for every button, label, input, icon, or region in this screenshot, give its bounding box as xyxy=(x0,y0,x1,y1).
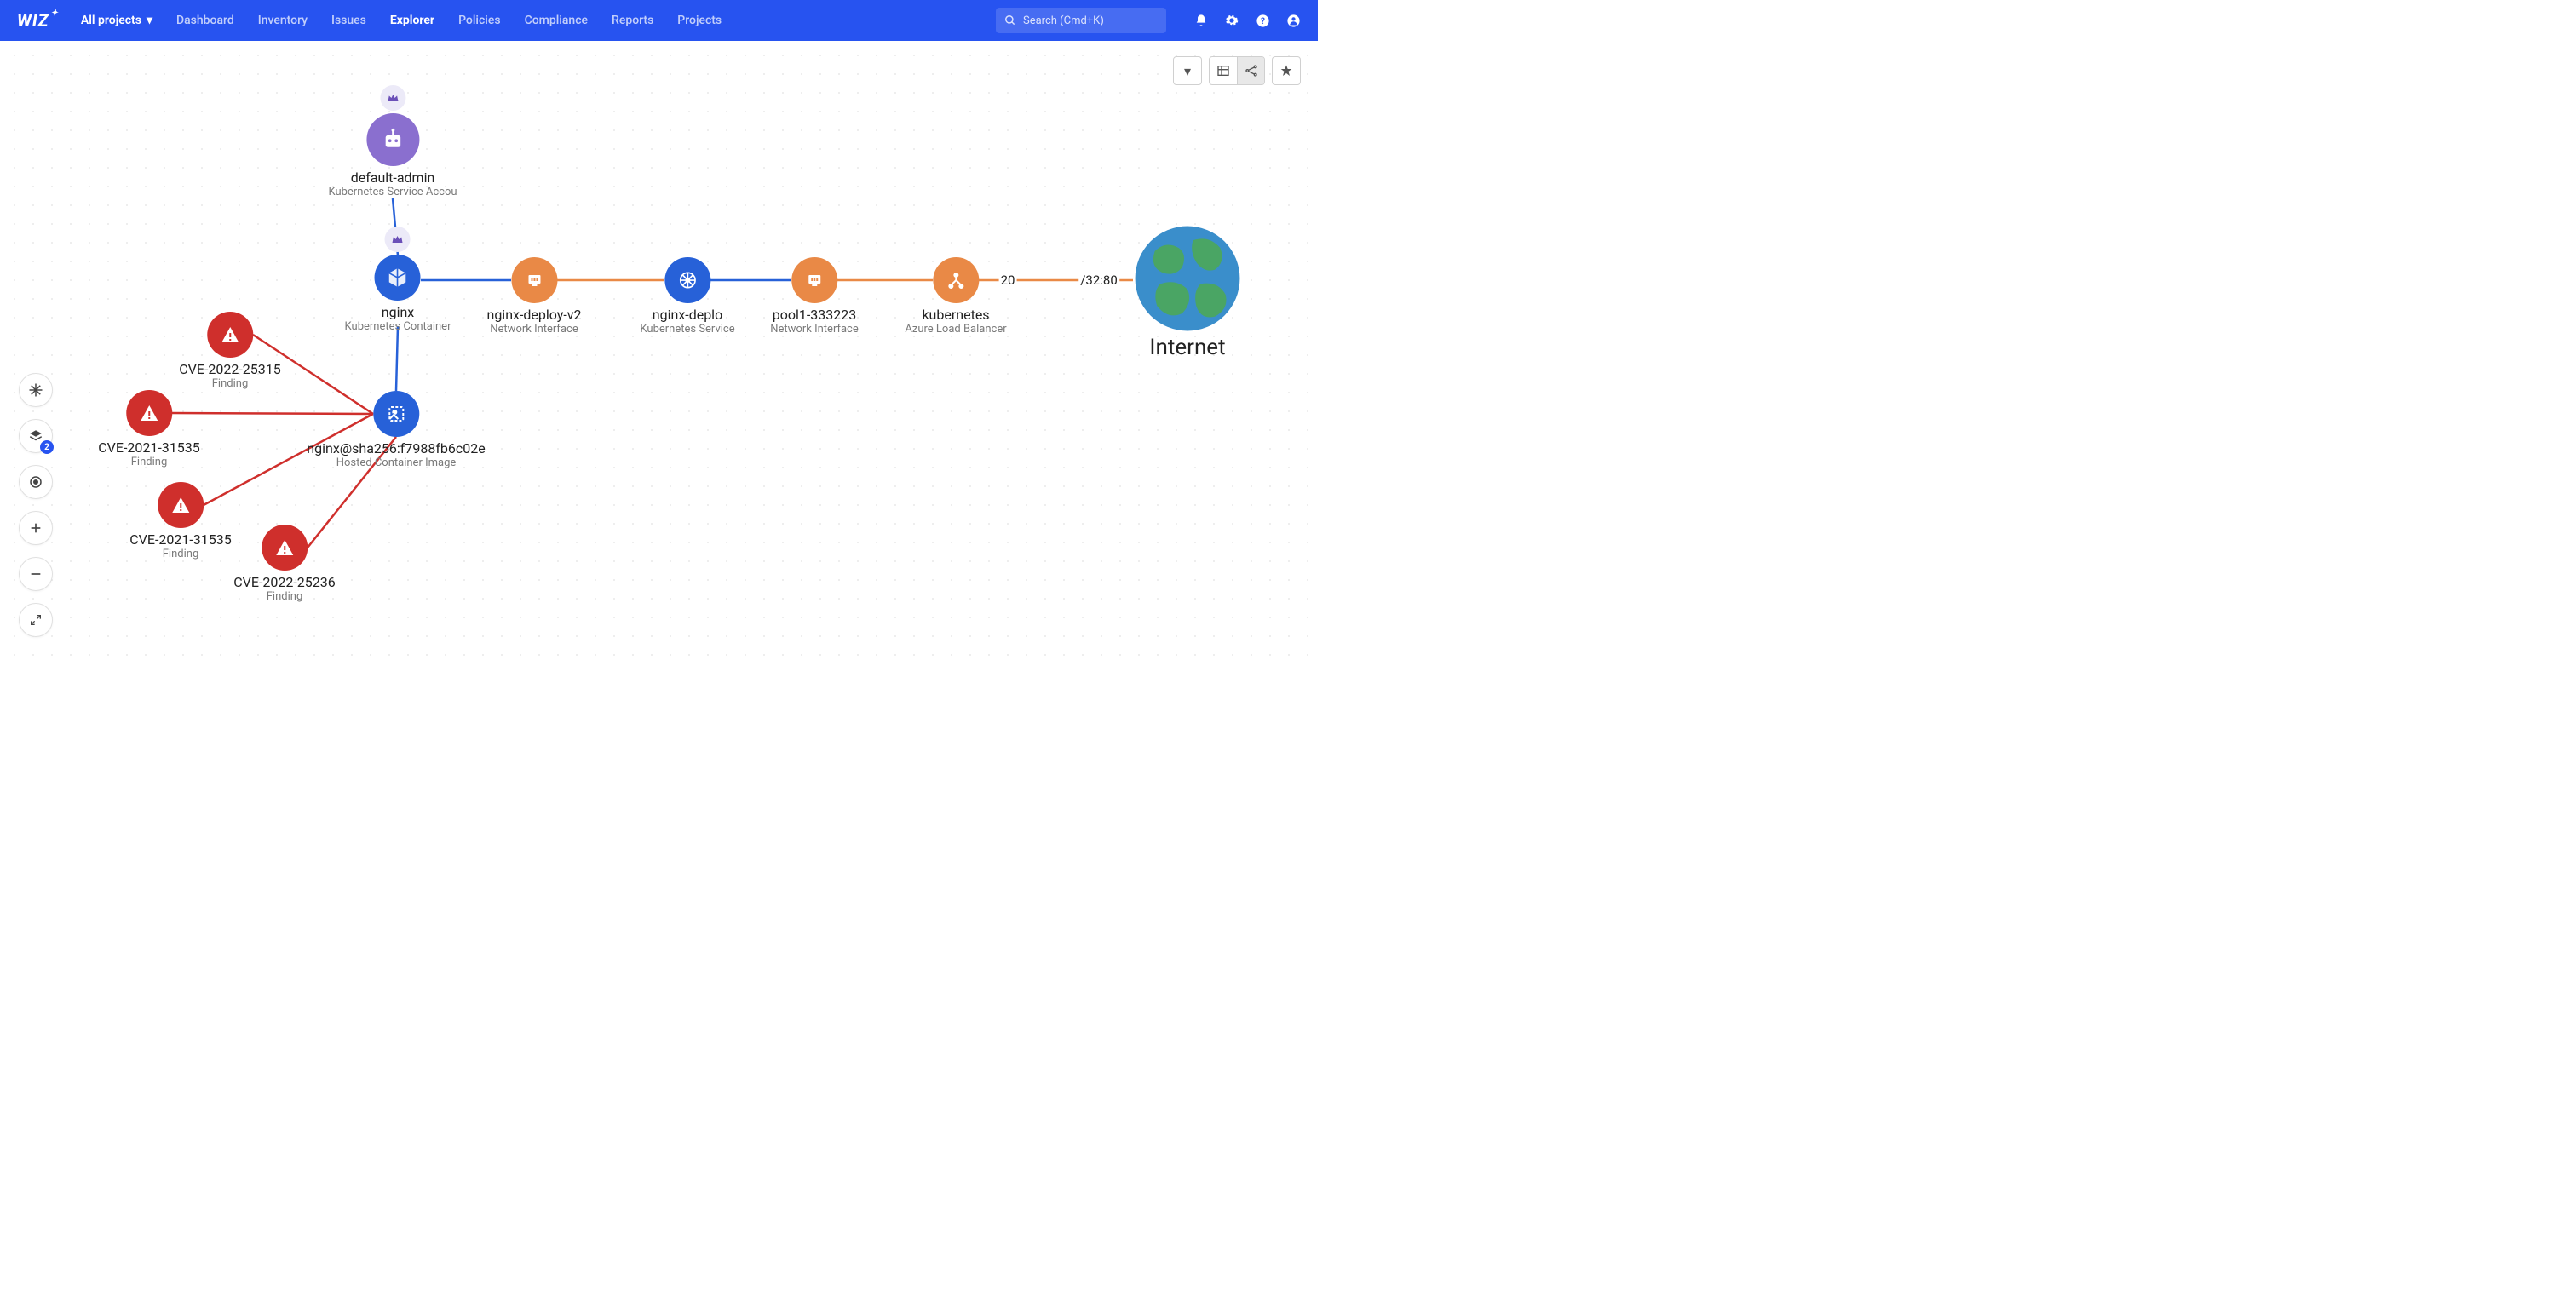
node-service-account[interactable]: default-admin Kubernetes Service Accou xyxy=(328,85,457,198)
robot-icon xyxy=(366,113,419,166)
node-title: Internet xyxy=(1133,335,1242,360)
node-title: nginx-deplo xyxy=(640,307,734,323)
snowflake-button[interactable] xyxy=(19,373,53,407)
node-container[interactable]: nginx Kubernetes Container xyxy=(345,227,451,333)
chevron-down-icon: ▾ xyxy=(147,14,152,27)
edge-label-inet-port: /32:80 xyxy=(1078,273,1119,288)
user-icon[interactable] xyxy=(1285,13,1301,28)
nav-dashboard[interactable]: Dashboard xyxy=(176,14,234,27)
help-icon[interactable]: ? xyxy=(1255,13,1270,28)
search-input[interactable]: Search (Cmd+K) xyxy=(996,8,1166,33)
globe-icon xyxy=(1133,224,1242,333)
node-subtitle: Finding xyxy=(179,377,280,390)
view-toolbar: ▾ xyxy=(1173,56,1301,85)
node-title: CVE-2021-31535 xyxy=(98,439,199,456)
left-toolbar: 2 xyxy=(19,373,53,637)
nav-projects[interactable]: Projects xyxy=(677,14,722,27)
node-title: CVE-2022-25236 xyxy=(233,574,335,590)
nav-compliance[interactable]: Compliance xyxy=(525,14,588,27)
node-subtitle: Azure Load Balancer xyxy=(905,323,1006,336)
zoom-out-button[interactable] xyxy=(19,557,53,591)
nav-policies[interactable]: Policies xyxy=(458,14,501,27)
sparkle-icon: ✦ xyxy=(51,9,59,18)
warning-icon xyxy=(262,525,308,571)
node-title: kubernetes xyxy=(905,307,1006,323)
node-title: nginx xyxy=(345,304,451,320)
node-title: CVE-2021-31535 xyxy=(129,531,231,548)
node-subtitle: Finding xyxy=(98,456,199,468)
svg-text:?: ? xyxy=(1261,17,1265,26)
zoom-in-button[interactable] xyxy=(19,511,53,545)
nav-inventory[interactable]: Inventory xyxy=(258,14,308,27)
target-button[interactable] xyxy=(19,465,53,499)
network-icon xyxy=(791,257,837,303)
node-title: nginx-deploy-v2 xyxy=(486,307,581,323)
nav-reports[interactable]: Reports xyxy=(612,14,653,27)
gear-icon[interactable] xyxy=(1224,13,1239,28)
load-balancer-icon xyxy=(933,257,979,303)
cube-icon xyxy=(375,255,421,301)
helm-icon xyxy=(664,257,710,303)
node-load-balancer[interactable]: kubernetes Azure Load Balancer xyxy=(905,257,1006,336)
graph-view-button[interactable] xyxy=(1237,57,1264,84)
project-selector[interactable]: All projects ▾ xyxy=(81,14,152,27)
warning-icon xyxy=(158,482,204,528)
bell-icon[interactable] xyxy=(1193,13,1209,28)
logo: WIZ✦ xyxy=(17,10,59,31)
node-finding-3[interactable]: CVE-2021-31535 Finding xyxy=(129,482,231,560)
node-subtitle: Kubernetes Container xyxy=(345,320,451,333)
nav: Dashboard Inventory Issues Explorer Poli… xyxy=(176,14,722,27)
search-icon xyxy=(1004,14,1016,26)
node-service[interactable]: nginx-deplo Kubernetes Service xyxy=(640,257,734,336)
layers-badge: 2 xyxy=(40,440,54,454)
node-title: nginx@sha256:f7988fb6c02e xyxy=(307,440,485,456)
node-finding-1[interactable]: CVE-2022-25315 Finding xyxy=(179,312,280,390)
search-placeholder: Search (Cmd+K) xyxy=(1023,14,1104,27)
node-internet[interactable]: Internet xyxy=(1133,224,1242,360)
node-title: pool1-333223 xyxy=(770,307,858,323)
star-button[interactable] xyxy=(1273,57,1300,84)
node-network-interface-2[interactable]: pool1-333223 Network Interface xyxy=(770,257,858,336)
crown-icon xyxy=(380,85,405,111)
expand-button[interactable] xyxy=(19,603,53,637)
node-subtitle: Network Interface xyxy=(770,323,858,336)
table-view-button[interactable] xyxy=(1210,57,1237,84)
image-icon xyxy=(373,391,419,437)
crown-icon xyxy=(385,227,411,252)
warning-icon xyxy=(126,390,172,436)
dropdown-toggle[interactable]: ▾ xyxy=(1174,57,1201,84)
nav-issues[interactable]: Issues xyxy=(331,14,366,27)
node-subtitle: Kubernetes Service xyxy=(640,323,734,336)
layers-button[interactable]: 2 xyxy=(19,419,53,453)
node-image[interactable]: nginx@sha256:f7988fb6c02e Hosted Contain… xyxy=(307,391,485,469)
node-finding-2[interactable]: CVE-2021-31535 Finding xyxy=(98,390,199,468)
node-title: default-admin xyxy=(328,169,457,186)
nav-explorer[interactable]: Explorer xyxy=(390,14,434,27)
network-icon xyxy=(511,257,557,303)
node-subtitle: Finding xyxy=(233,590,335,603)
node-subtitle: Kubernetes Service Accou xyxy=(328,186,457,198)
node-subtitle: Finding xyxy=(129,548,231,560)
node-title: CVE-2022-25315 xyxy=(179,361,280,377)
header: WIZ✦ All projects ▾ Dashboard Inventory … xyxy=(0,0,1318,41)
graph-canvas[interactable]: ▾ 2 xyxy=(0,41,1318,666)
warning-icon xyxy=(207,312,253,358)
node-subtitle: Hosted Container Image xyxy=(307,456,485,469)
node-network-interface-1[interactable]: nginx-deploy-v2 Network Interface xyxy=(486,257,581,336)
node-finding-4[interactable]: CVE-2022-25236 Finding xyxy=(233,525,335,603)
node-subtitle: Network Interface xyxy=(486,323,581,336)
